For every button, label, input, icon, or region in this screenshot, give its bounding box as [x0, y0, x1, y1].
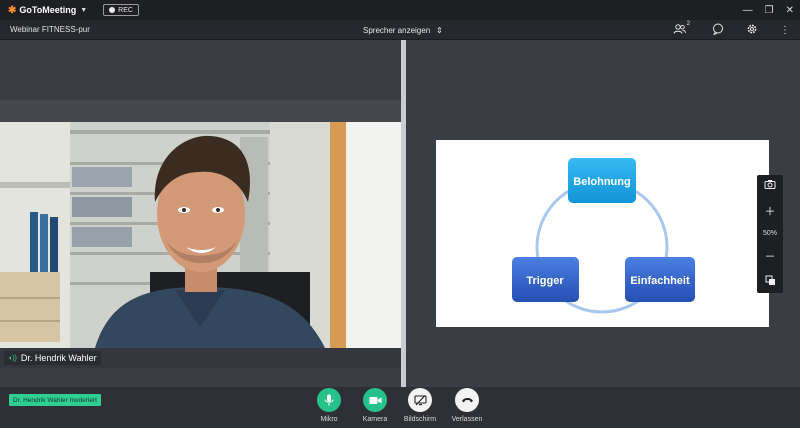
screen-share-label: Bildschirm	[403, 416, 437, 423]
node-einfachheit-label: Einfachheit	[630, 275, 690, 287]
screen-share-off-icon	[413, 394, 427, 405]
view-mode-select[interactable]: Sprecher anzeigen ⇕	[363, 20, 443, 40]
minimize-icon[interactable]: —	[743, 5, 753, 16]
leave-control[interactable]: Verlassen	[445, 388, 489, 423]
shared-slide: Belohnung Trigger Einfachheit	[436, 140, 769, 327]
attendee-count: 2	[686, 21, 690, 28]
brand-name: GoToMeeting	[19, 5, 77, 15]
window-controls: — ❐ ✕	[743, 0, 794, 20]
screen-share-pane: Belohnung Trigger Einfachheit ＋ 50% －	[406, 40, 800, 387]
screen-share-button[interactable]	[408, 388, 432, 412]
screenshot-button[interactable]	[764, 179, 776, 192]
node-belohnung-label: Belohnung	[573, 176, 630, 188]
webcam-frame-image	[0, 122, 401, 348]
title-bar: ✱ GoToMeeting ▼ REC — ❐ ✕	[0, 0, 800, 20]
audio-activity-icon: ◖))	[8, 354, 17, 362]
camera-control[interactable]: Kamera	[353, 388, 397, 423]
zoom-out-icon[interactable]: －	[765, 248, 776, 264]
people-icon	[673, 23, 686, 34]
leave-button[interactable]	[455, 388, 479, 412]
popout-icon	[765, 275, 775, 285]
chat-icon	[712, 23, 723, 36]
mic-control[interactable]: Mikro	[307, 388, 351, 423]
leave-label: Verlassen	[451, 416, 483, 423]
webcam-video	[0, 122, 401, 348]
microphone-icon	[324, 394, 334, 406]
speaker-name-bar: ◖)) Dr. Hendrik Wahler	[0, 348, 401, 368]
chevron-updown-icon: ⇕	[436, 25, 443, 35]
node-trigger: Trigger	[512, 257, 579, 302]
camera-button[interactable]	[363, 388, 387, 412]
record-dot-icon	[109, 7, 116, 13]
brand-logo-icon: ✱	[8, 4, 17, 16]
node-belohnung: Belohnung	[568, 158, 636, 203]
zoom-toolbar: ＋ 50% －	[757, 175, 783, 293]
record-label: REC	[118, 6, 133, 14]
webinar-title: Webinar FITNESS-pur	[10, 25, 90, 34]
view-mode-label: Sprecher anzeigen	[363, 25, 431, 35]
zoom-level: 50%	[762, 230, 777, 237]
node-einfachheit: Einfachheit	[625, 257, 695, 302]
mic-label: Mikro	[320, 416, 338, 423]
camera-label: Kamera	[362, 416, 388, 423]
mic-button[interactable]	[317, 388, 341, 412]
moderator-badge: Dr. Hendrik Wahler moderiert	[9, 394, 101, 406]
screen-share-control[interactable]: Bildschirm	[398, 388, 442, 423]
gear-icon	[747, 24, 757, 33]
brand-menu[interactable]: ✱ GoToMeeting ▼	[8, 5, 87, 16]
header-bar: Webinar FITNESS-pur Sprecher anzeigen ⇕ …	[0, 20, 800, 40]
pane-strip	[0, 100, 401, 122]
header-actions: 2 ⋮	[673, 20, 790, 40]
camera-icon	[764, 180, 776, 189]
zoom-in-icon[interactable]: ＋	[765, 203, 776, 219]
restore-icon[interactable]: ❐	[765, 5, 774, 16]
hang-up-icon	[461, 398, 473, 403]
speaker-label: ◖)) Dr. Hendrik Wahler	[4, 351, 101, 365]
attendees-button[interactable]: 2	[673, 21, 690, 37]
popout-button[interactable]	[765, 275, 776, 289]
gotomeeting-window: ✱ GoToMeeting ▼ REC — ❐ ✕ Webinar FITNES…	[0, 0, 800, 428]
chevron-down-icon: ▼	[80, 6, 88, 14]
video-camera-icon	[369, 396, 381, 404]
speaker-name: Dr. Hendrik Wahler	[20, 353, 97, 363]
close-icon[interactable]: ✕	[786, 5, 794, 16]
node-trigger-label: Trigger	[526, 275, 564, 287]
more-menu-icon[interactable]: ⋮	[780, 25, 790, 36]
habit-loop-diagram: Belohnung Trigger Einfachheit	[512, 158, 695, 314]
record-button[interactable]: REC	[103, 4, 139, 16]
settings-button[interactable]	[746, 23, 758, 38]
speaker-pane: ◖)) Dr. Hendrik Wahler	[0, 40, 401, 387]
chat-button[interactable]	[712, 23, 724, 38]
